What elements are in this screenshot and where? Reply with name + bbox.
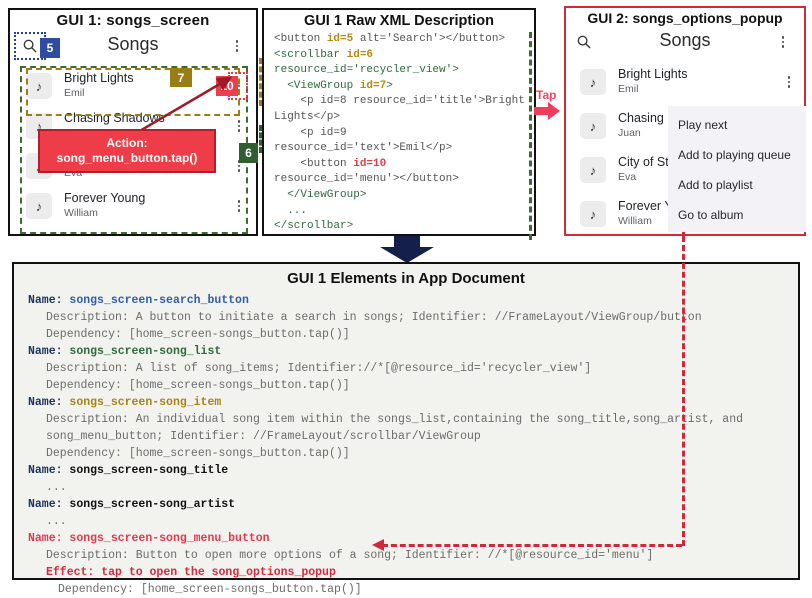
gui2-appbar-title: Songs bbox=[659, 30, 711, 50]
doc-entry-name-row: Name: songs_screen-song_title bbox=[28, 462, 790, 479]
xml-viewgroup-marker bbox=[259, 58, 262, 106]
element-description: Description: A button to initiate a sear… bbox=[46, 311, 702, 325]
music-note-icon: ♪ bbox=[580, 157, 606, 183]
song-texts: Bright Lights Emil bbox=[618, 67, 782, 96]
gui1-overflow-icon[interactable] bbox=[230, 40, 244, 52]
gui1-panel: GUI 1: songs_screen Songs ♪ Bright Light… bbox=[8, 8, 258, 236]
element-name: songs_screen-song_menu_button bbox=[69, 532, 270, 546]
connector-arrowhead-icon bbox=[372, 539, 384, 551]
gui2-panel-title: GUI 2: songs_options_popup bbox=[587, 10, 783, 26]
element-dependency: Dependency: [home_screen-songs_button.ta… bbox=[58, 583, 362, 597]
songs-options-popup[interactable]: Play next Add to playing queue Add to pl… bbox=[668, 106, 806, 232]
music-note-icon: ♪ bbox=[580, 69, 606, 95]
name-key: Name: bbox=[28, 498, 63, 512]
right-arrow-icon bbox=[534, 102, 560, 120]
name-key: Name: bbox=[28, 396, 63, 410]
popup-item-go-to-album[interactable]: Go to album bbox=[668, 200, 806, 230]
element-dependency: Dependency: [home_screen-songs_button.ta… bbox=[46, 379, 350, 393]
element-description: ... bbox=[46, 481, 67, 495]
xml-green-marker bbox=[259, 125, 262, 153]
element-name: songs_screen-song_title bbox=[69, 464, 229, 478]
name-key: Name: bbox=[28, 345, 63, 359]
popup-item-add-to-playlist[interactable]: Add to playlist bbox=[668, 170, 806, 200]
effect-connector-vertical bbox=[682, 236, 685, 546]
name-key: Name: bbox=[28, 532, 63, 546]
gui2-overflow-icon[interactable] bbox=[776, 36, 790, 48]
action-code: song_menu_button.tap() bbox=[56, 151, 198, 165]
popup-item-play-next[interactable]: Play next bbox=[668, 110, 806, 140]
element-name: songs_screen-search_button bbox=[69, 294, 249, 307]
xml-scrollbar-marker bbox=[529, 32, 532, 240]
doc-panel-title: GUI 1 Elements in App Document bbox=[287, 270, 525, 287]
element-name: songs_screen-song_list bbox=[69, 345, 222, 359]
action-label: Action: bbox=[106, 136, 148, 150]
gui1-panel-title: GUI 1: songs_screen bbox=[56, 12, 210, 29]
action-callout: Action: song_menu_button.tap() bbox=[38, 129, 216, 173]
element-effect: Effect: tap to open the song_options_pop… bbox=[46, 566, 336, 580]
down-arrow-icon bbox=[380, 236, 434, 263]
doc-entry-name-row: Name: songs_screen-song_artist bbox=[28, 496, 790, 513]
effect-connector-horizontal bbox=[382, 544, 682, 547]
gui2-appbar: Songs bbox=[566, 28, 804, 58]
song-item[interactable]: ♪ Bright Lights Emil bbox=[568, 60, 802, 104]
xml-panel: GUI 1 Raw XML Description <button id=5 a… bbox=[262, 8, 536, 240]
song-title: Bright Lights bbox=[618, 67, 688, 82]
tap-label: Tap bbox=[536, 88, 557, 102]
badge-6: 6 bbox=[239, 143, 258, 163]
element-name: songs_screen-song_artist bbox=[69, 498, 236, 512]
element-description: Description: An individual song item wit… bbox=[46, 413, 750, 444]
element-description: Description: A list of song_items; Ident… bbox=[46, 362, 592, 376]
music-note-icon: ♪ bbox=[26, 193, 52, 219]
song-menu-button[interactable] bbox=[782, 76, 796, 88]
name-key: Name: bbox=[28, 294, 63, 307]
song-texts: Forever Young William bbox=[64, 191, 232, 220]
song-artist: Emil bbox=[618, 82, 639, 95]
song-title: Forever Young bbox=[64, 191, 146, 206]
xml-code-block: <button id=5 alt='Search'></button> <scr… bbox=[274, 33, 525, 233]
music-note-icon: ♪ bbox=[580, 201, 606, 227]
music-note-icon: ♪ bbox=[580, 113, 606, 139]
gui2-panel: GUI 2: songs_options_popup Songs ♪ Brigh… bbox=[564, 6, 806, 236]
diagram-canvas: GUI 1: songs_screen Songs ♪ Bright Light… bbox=[0, 0, 812, 596]
song-menu-button[interactable] bbox=[232, 200, 246, 212]
song-item[interactable]: ♪ Forever Young William bbox=[14, 186, 252, 226]
badge-5: 5 bbox=[40, 38, 60, 58]
element-description: Description: Button to open more options… bbox=[46, 549, 654, 563]
xml-panel-title: GUI 1 Raw XML Description bbox=[304, 13, 494, 29]
music-note-icon: ♪ bbox=[26, 73, 52, 99]
element-dependency: Dependency: [home_screen-songs_button.ta… bbox=[46, 447, 350, 461]
doc-entry-name-row: Name: songs_screen-song_list bbox=[28, 343, 790, 360]
popup-item-add-to-playing-queue[interactable]: Add to playing queue bbox=[668, 140, 806, 170]
name-key: Name: bbox=[28, 464, 63, 478]
doc-entry-name-row: Name: songs_screen-search_button bbox=[28, 292, 790, 309]
element-dependency: Dependency: [home_screen-songs_button.ta… bbox=[46, 328, 350, 342]
song-artist: William bbox=[64, 206, 98, 219]
element-description: ... bbox=[46, 515, 67, 529]
doc-body: Name: songs_screen-search_button Descrip… bbox=[28, 292, 790, 598]
doc-entry-name-row: Name: songs_screen-song_item bbox=[28, 394, 790, 411]
element-name: songs_screen-song_item bbox=[69, 396, 222, 410]
